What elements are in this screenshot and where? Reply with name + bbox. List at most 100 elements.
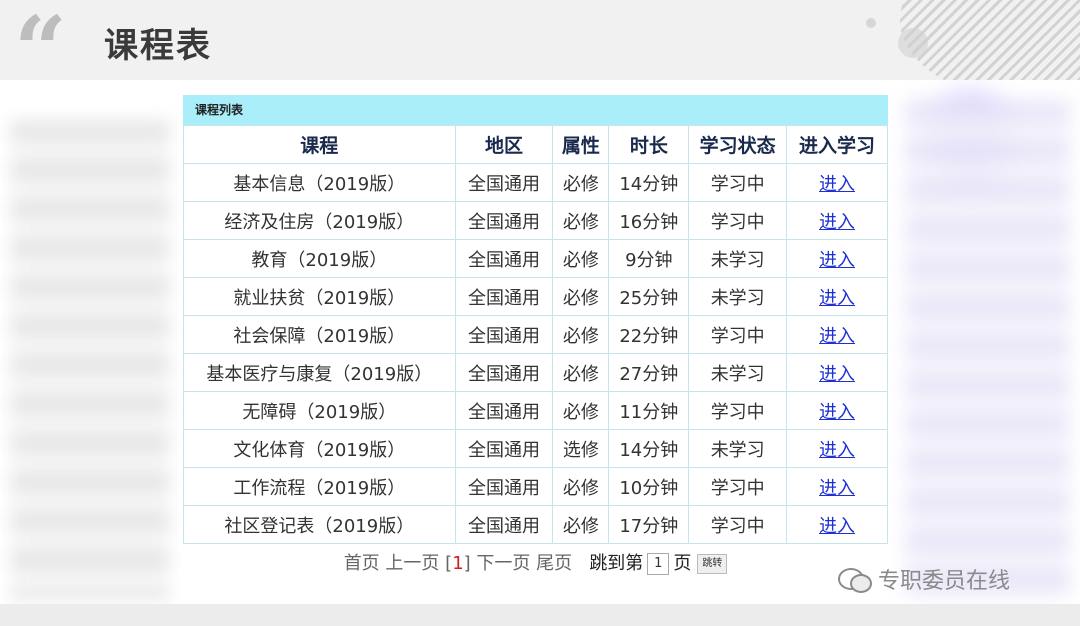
region-cell: 全国通用	[454, 315, 554, 354]
course-type-cell: 必修	[552, 315, 610, 354]
course-rows: 基本信息（2019版） 全国通用 必修 14分钟 学习中 进入 经济及住房（2019版） 全国…	[183, 163, 888, 544]
enter-study-link[interactable]: 进入	[819, 478, 855, 499]
region-cell: 全国通用	[454, 163, 554, 202]
study-status-cell: 学习中	[688, 163, 788, 202]
table-row: 基本信息（2019版） 全国通用 必修 14分钟 学习中 进入	[183, 163, 888, 202]
last-page-link[interactable]: 尾页	[536, 553, 572, 574]
course-list-panel: 课程列表 课程 地区 属性 时长 学习状态 进入学习 基本信息（2019版） 全…	[183, 95, 888, 591]
enter-study-link[interactable]: 进入	[819, 402, 855, 423]
duration-cell: 22分钟	[608, 315, 690, 354]
study-status-cell: 学习中	[688, 505, 788, 544]
region-cell: 全国通用	[454, 277, 554, 316]
enter-cell: 进入	[786, 505, 888, 544]
enter-cell: 进入	[786, 239, 888, 278]
jump-page-input[interactable]: 1	[647, 553, 670, 575]
current-page: 1	[452, 553, 464, 574]
first-page-link[interactable]: 首页	[344, 553, 380, 574]
enter-study-link[interactable]: 进入	[819, 326, 855, 347]
enter-cell: 进入	[786, 163, 888, 202]
wechat-icon	[838, 566, 872, 593]
duration-cell: 10分钟	[608, 467, 690, 506]
blurred-background-left	[10, 120, 170, 600]
table-row: 社区登记表（2019版） 全国通用 必修 17分钟 学习中 进入	[183, 505, 888, 544]
study-status-cell: 未学习	[688, 239, 788, 278]
enter-cell: 进入	[786, 429, 888, 468]
course-name-cell: 社区登记表（2019版）	[183, 505, 456, 544]
header-bar: “ 课程表	[0, 0, 1080, 80]
current-page-close: ]	[463, 553, 471, 574]
jump-label: 跳到第	[589, 553, 644, 574]
enter-study-link[interactable]: 进入	[819, 250, 855, 271]
study-status-cell: 未学习	[688, 429, 788, 468]
course-table: 课程 地区 属性 时长 学习状态 进入学习 基本信息（2019版） 全国通用 必修 1…	[183, 125, 888, 544]
course-name-cell: 社会保障（2019版）	[183, 315, 456, 354]
region-cell: 全国通用	[454, 353, 554, 392]
region-cell: 全国通用	[454, 429, 554, 468]
jump-suffix: 页	[673, 553, 692, 574]
enter-study-link[interactable]: 进入	[819, 364, 855, 385]
column-header-region: 地区	[454, 125, 554, 164]
enter-cell: 进入	[786, 467, 888, 506]
table-row: 社会保障（2019版） 全国通用 必修 22分钟 学习中 进入	[183, 315, 888, 354]
column-header-course: 课程	[183, 125, 456, 164]
region-cell: 全国通用	[454, 201, 554, 240]
enter-cell: 进入	[786, 391, 888, 430]
table-header-row: 课程 地区 属性 时长 学习状态 进入学习	[183, 125, 888, 164]
course-type-cell: 必修	[552, 467, 610, 506]
course-name-cell: 就业扶贫（2019版）	[183, 277, 456, 316]
column-header-type: 属性	[552, 125, 610, 164]
course-name-cell: 无障碍（2019版）	[183, 391, 456, 430]
study-status-cell: 学习中	[688, 201, 788, 240]
table-row: 基本医疗与康复（2019版） 全国通用 必修 27分钟 未学习 进入	[183, 353, 888, 392]
course-name-cell: 教育（2019版）	[183, 239, 456, 278]
table-row: 就业扶贫（2019版） 全国通用 必修 25分钟 未学习 进入	[183, 277, 888, 316]
column-header-status: 学习状态	[688, 125, 788, 164]
pagination: 首页 上一页 [1] 下一页 尾页 跳到第 1 页跳转	[183, 544, 888, 584]
duration-cell: 9分钟	[608, 239, 690, 278]
course-type-cell: 必修	[552, 277, 610, 316]
duration-cell: 11分钟	[608, 391, 690, 430]
enter-cell: 进入	[786, 315, 888, 354]
column-header-enter: 进入学习	[786, 125, 888, 164]
page-title: 课程表	[104, 26, 212, 66]
duration-cell: 16分钟	[608, 201, 690, 240]
quote-mark-icon: “	[14, 0, 67, 80]
study-status-cell: 学习中	[688, 391, 788, 430]
table-row: 无障碍（2019版） 全国通用 必修 11分钟 学习中 进入	[183, 391, 888, 430]
enter-cell: 进入	[786, 353, 888, 392]
course-name-cell: 经济及住房（2019版）	[183, 201, 456, 240]
course-type-cell: 必修	[552, 163, 610, 202]
jump-button[interactable]: 跳转	[697, 554, 728, 574]
enter-study-link[interactable]: 进入	[819, 212, 855, 233]
course-type-cell: 必修	[552, 353, 610, 392]
panel-title: 课程列表	[183, 95, 888, 125]
course-name-cell: 基本医疗与康复（2019版）	[183, 353, 456, 392]
study-status-cell: 学习中	[688, 467, 788, 506]
content-area: 课程列表 课程 地区 属性 时长 学习状态 进入学习 基本信息（2019版） 全…	[0, 80, 1080, 604]
study-status-cell: 学习中	[688, 315, 788, 354]
watermark-text: 专职委员在线	[878, 569, 1011, 594]
duration-cell: 25分钟	[608, 277, 690, 316]
enter-study-link[interactable]: 进入	[819, 288, 855, 309]
region-cell: 全国通用	[454, 391, 554, 430]
duration-cell: 14分钟	[608, 163, 690, 202]
study-status-cell: 未学习	[688, 353, 788, 392]
enter-cell: 进入	[786, 201, 888, 240]
course-type-cell: 选修	[552, 429, 610, 468]
table-row: 文化体育（2019版） 全国通用 选修 14分钟 未学习 进入	[183, 429, 888, 468]
next-page-link[interactable]: 下一页	[476, 553, 530, 574]
duration-cell: 17分钟	[608, 505, 690, 544]
decorative-stripes	[900, 0, 1080, 80]
table-row: 工作流程（2019版） 全国通用 必修 10分钟 学习中 进入	[183, 467, 888, 506]
enter-study-link[interactable]: 进入	[819, 516, 855, 537]
table-row: 经济及住房（2019版） 全国通用 必修 16分钟 学习中 进入	[183, 201, 888, 240]
study-status-cell: 未学习	[688, 277, 788, 316]
course-type-cell: 必修	[552, 505, 610, 544]
course-type-cell: 必修	[552, 391, 610, 430]
region-cell: 全国通用	[454, 239, 554, 278]
course-name-cell: 工作流程（2019版）	[183, 467, 456, 506]
prev-page-link[interactable]: 上一页	[385, 553, 439, 574]
enter-study-link[interactable]: 进入	[819, 174, 855, 195]
enter-study-link[interactable]: 进入	[819, 440, 855, 461]
watermark: 专职委员在线	[838, 563, 1010, 595]
